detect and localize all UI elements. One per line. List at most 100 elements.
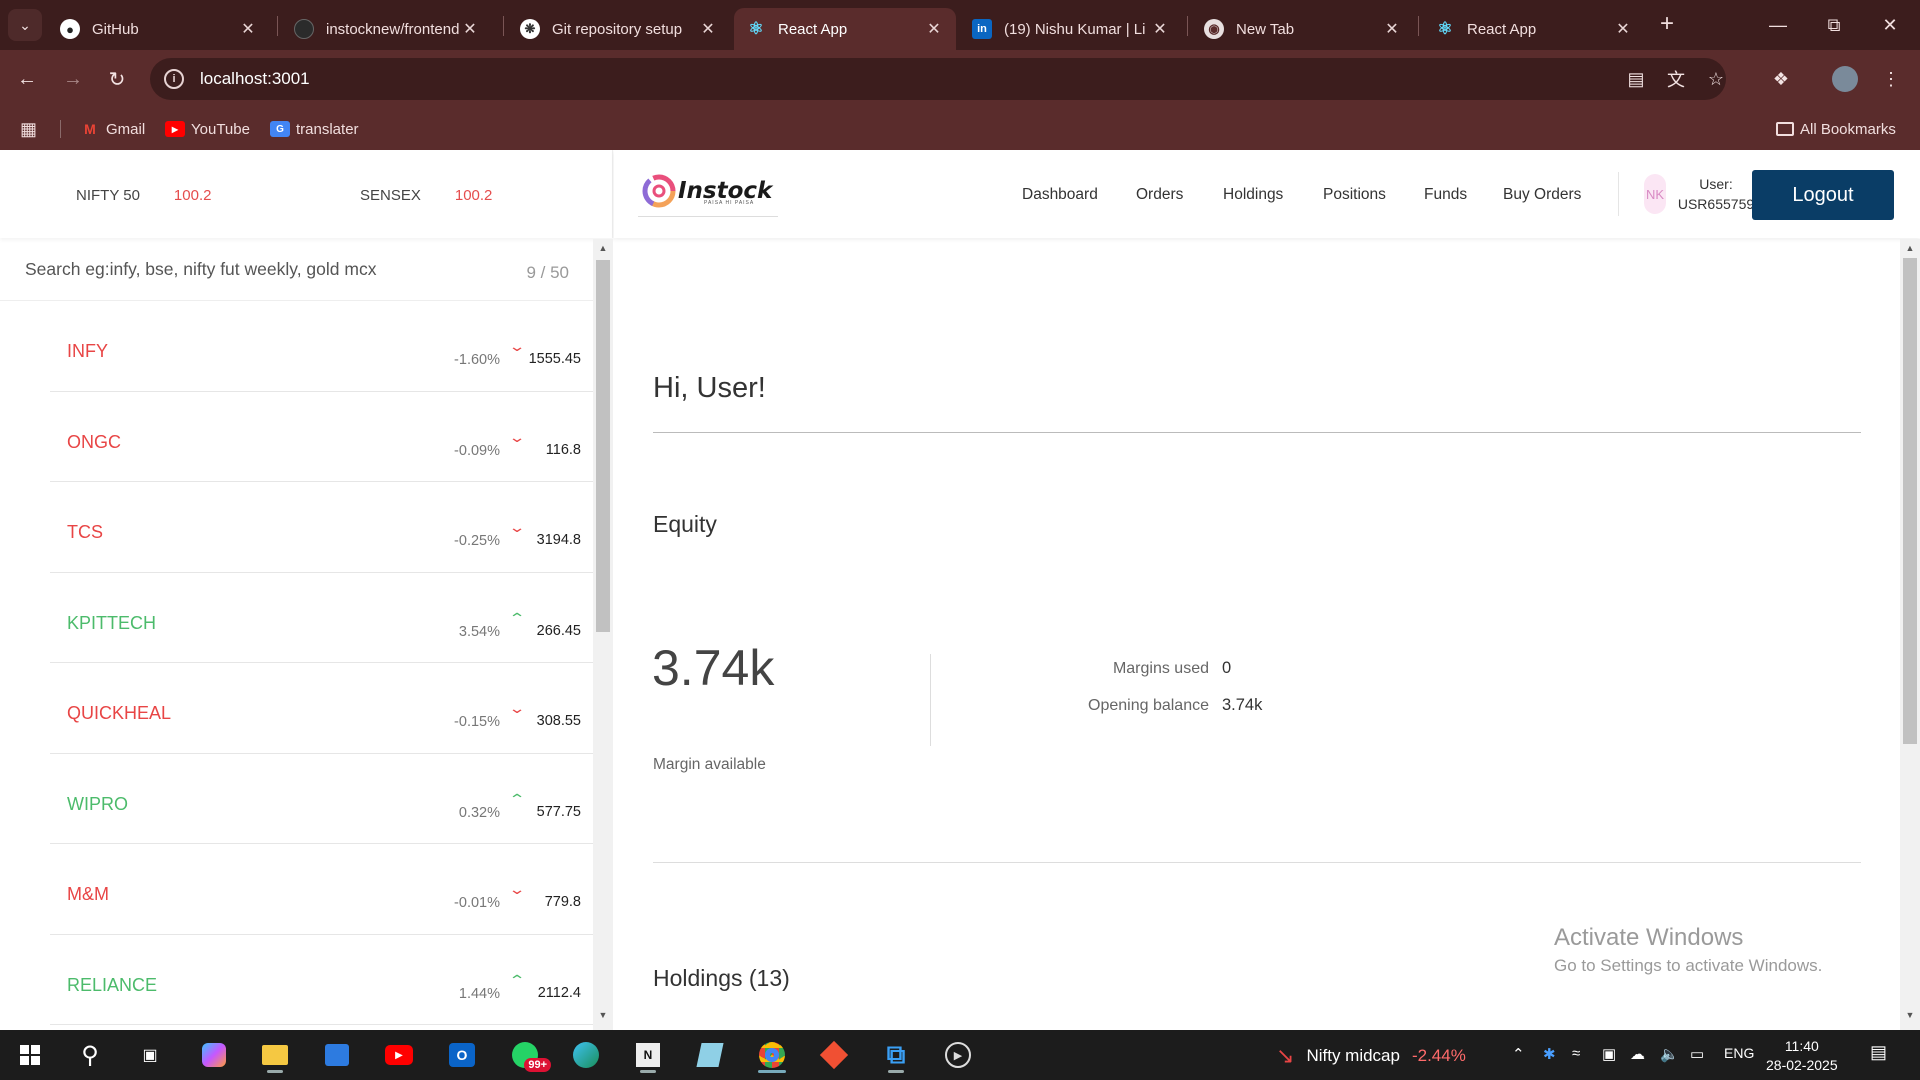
translate-icon[interactable]: 文 <box>1661 64 1691 94</box>
bluetooth-icon[interactable]: ✱ <box>1543 1045 1556 1063</box>
reload-button[interactable]: ↻ <box>100 62 134 96</box>
bookmark-youtube[interactable]: ▶ YouTube <box>165 118 250 140</box>
whatsapp-icon[interactable]: 99+ <box>505 1036 551 1074</box>
scroll-down-icon[interactable]: ▼ <box>1900 1010 1920 1026</box>
scroll-up-icon[interactable]: ▲ <box>593 243 613 259</box>
menu-dashboard[interactable]: Dashboard <box>1022 186 1098 204</box>
volume-icon[interactable]: 🔈 <box>1660 1045 1679 1063</box>
watchlist-item-ongc[interactable]: ONGC -0.09% ⌄ 116.8 <box>50 392 593 482</box>
more-menu-icon[interactable]: ⋮ <box>1876 64 1906 94</box>
tab-linkedin[interactable]: in (19) Nishu Kumar | Li ✕ <box>960 8 1182 50</box>
scroll-up-icon[interactable]: ▲ <box>1900 243 1920 259</box>
apps-icon[interactable]: ▦ <box>20 118 37 140</box>
back-button[interactable]: ← <box>10 62 44 96</box>
tab-react-app[interactable]: ⚛ React App ✕ <box>1423 8 1645 50</box>
forward-button[interactable]: → <box>56 62 90 96</box>
microsoft-store-icon[interactable] <box>317 1036 357 1074</box>
tab-new-tab[interactable]: ◉ New Tab ✕ <box>1192 8 1414 50</box>
watchlist-item-kpittech[interactable]: KPITTECH 3.54% ⌃ 266.45 <box>50 573 593 663</box>
windows-start-icon[interactable] <box>10 1036 50 1074</box>
index-value: 100.2 <box>173 187 212 204</box>
copilot-icon[interactable] <box>194 1036 234 1074</box>
task-view-icon[interactable]: ▣ <box>130 1036 170 1074</box>
notes-icon[interactable] <box>690 1036 730 1074</box>
stock-symbol: TCS <box>67 522 103 542</box>
media-player-icon[interactable]: ▶ <box>938 1036 978 1074</box>
watchlist-item-mm[interactable]: M&M -0.01% ⌄ 779.8 <box>50 844 593 935</box>
instock-logo[interactable]: Instock PAISA HI PAISA <box>642 174 772 208</box>
tab-git-repository-setup[interactable]: ❋ Git repository setup ✕ <box>508 8 730 50</box>
user-avatar[interactable]: NK <box>1644 174 1666 214</box>
watchlist-item-infy[interactable]: INFY -1.60% ⌄ 1555.45 <box>50 301 593 392</box>
watchlist-item-wipro[interactable]: WIPRO 0.32% ⌃ 577.75 <box>50 754 593 844</box>
install-app-icon[interactable]: ▤ <box>1621 64 1651 94</box>
notepad-icon[interactable]: N <box>628 1036 668 1074</box>
close-icon[interactable]: ✕ <box>460 19 480 39</box>
site-info-icon[interactable]: i <box>164 69 184 89</box>
close-icon[interactable]: ✕ <box>698 19 718 39</box>
language-indicator[interactable]: ENG <box>1724 1045 1754 1061</box>
extensions-icon[interactable]: ❖ <box>1766 64 1796 94</box>
stock-percent: -0.09% <box>454 442 500 459</box>
stock-ticker-widget[interactable]: ↘ Nifty midcap -2.44% <box>1276 1043 1466 1069</box>
close-icon[interactable]: ✕ <box>238 19 258 39</box>
close-icon[interactable]: ✕ <box>1382 19 1402 39</box>
watchlist-item-tcs[interactable]: TCS -0.25% ⌄ 3194.8 <box>50 482 593 573</box>
close-icon[interactable]: ✕ <box>924 19 944 39</box>
chevron-up-icon[interactable]: ⌃ <box>1512 1045 1525 1063</box>
search-input[interactable] <box>0 239 500 299</box>
scroll-down-icon[interactable]: ▼ <box>593 1010 613 1026</box>
new-tab-button[interactable]: + <box>1651 9 1683 41</box>
menu-holdings[interactable]: Holdings <box>1223 186 1283 204</box>
index-bar: NIFTY 50 100.2 SENSEX 100.2 <box>0 150 613 238</box>
index-name: NIFTY 50 <box>76 187 140 204</box>
vscode-icon[interactable]: ⧉ <box>876 1036 916 1074</box>
scrollbar-thumb[interactable] <box>1903 258 1917 744</box>
all-bookmarks[interactable]: All Bookmarks <box>1776 118 1896 140</box>
scrollbar-thumb[interactable] <box>596 260 610 632</box>
battery-icon[interactable]: ▭ <box>1690 1045 1704 1063</box>
menu-funds[interactable]: Funds <box>1424 186 1467 204</box>
close-window-button[interactable]: ✕ <box>1862 0 1918 50</box>
close-icon[interactable]: ✕ <box>1613 19 1633 39</box>
tab-react-app-active[interactable]: ⚛ React App ✕ <box>734 8 956 50</box>
file-explorer-icon[interactable] <box>255 1036 295 1074</box>
bookmark-gmail[interactable]: M Gmail <box>80 118 145 140</box>
profile-avatar[interactable] <box>1830 64 1860 94</box>
logout-button[interactable]: Logout <box>1752 170 1894 220</box>
restore-button[interactable]: ⧉ <box>1806 0 1862 50</box>
user-info: User: USR655759 <box>1676 174 1756 214</box>
tab-instocknew-frontend[interactable]: instocknew/frontend ✕ <box>282 8 492 50</box>
margin-available-value: 3.74k <box>652 640 775 696</box>
edge-icon[interactable] <box>566 1036 606 1074</box>
outlook-icon[interactable]: O <box>442 1036 482 1074</box>
chrome-icon: ◉ <box>1204 19 1224 39</box>
menu-positions[interactable]: Positions <box>1323 186 1386 204</box>
watchlist-item-reliance[interactable]: RELIANCE 1.44% ⌃ 2112.4 <box>50 935 593 1025</box>
clock[interactable]: 11:40 28-02-2025 <box>1766 1037 1838 1075</box>
close-icon[interactable]: ✕ <box>1150 19 1170 39</box>
menu-orders[interactable]: Orders <box>1136 186 1183 204</box>
bookmark-translater[interactable]: G translater <box>270 118 359 140</box>
watchlist-item-quickheal[interactable]: QUICKHEAL -0.15% ⌄ 308.55 <box>50 663 593 754</box>
git-icon[interactable] <box>814 1036 854 1074</box>
device-icon[interactable]: ▣ <box>1602 1045 1616 1063</box>
watchlist-items: INFY -1.60% ⌄ 1555.45 ONGC -0.09% ⌄ 116.… <box>50 301 593 1025</box>
youtube-app-icon[interactable]: ▶ <box>379 1036 419 1074</box>
menu-buy-orders[interactable]: Buy Orders <box>1503 186 1581 204</box>
watchlist-scrollbar[interactable]: ▲ ▼ <box>593 239 613 1030</box>
tab-title: React App <box>1467 20 1537 38</box>
page-scrollbar[interactable]: ▲ ▼ <box>1900 239 1920 1030</box>
tab-github[interactable]: ● GitHub ✕ <box>48 8 270 50</box>
address-bar[interactable]: i localhost:3001 <box>150 58 1726 100</box>
chrome-taskbar-icon[interactable] <box>752 1036 792 1074</box>
wifi-icon[interactable]: ≈ <box>1572 1045 1580 1062</box>
stock-price: 116.8 <box>545 441 581 458</box>
tab-search-button[interactable]: ⌄ <box>8 9 42 41</box>
minimize-button[interactable]: — <box>1750 0 1806 50</box>
onedrive-icon[interactable]: ☁ <box>1630 1045 1645 1063</box>
stock-percent: 3.54% <box>458 623 500 640</box>
notifications-icon[interactable]: ▤ <box>1870 1042 1887 1063</box>
search-icon[interactable]: ⚲ <box>70 1036 110 1074</box>
star-icon[interactable]: ☆ <box>1701 64 1731 94</box>
